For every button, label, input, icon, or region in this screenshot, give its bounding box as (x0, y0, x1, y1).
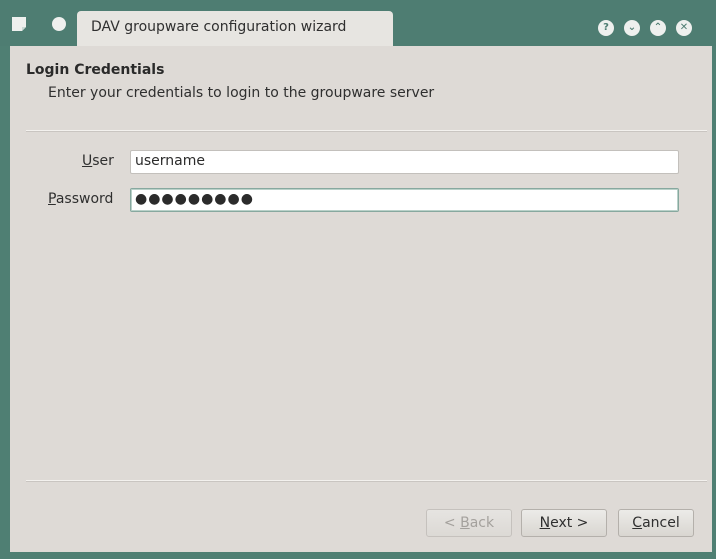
cancel-label-rest: ancel (642, 515, 680, 531)
footer-separator (26, 480, 707, 482)
header-separator (26, 130, 707, 132)
maximize-button[interactable]: ⌃ (650, 20, 666, 36)
password-input-value: ●●●●●●●●● (135, 191, 254, 207)
password-input[interactable]: ●●●●●●●●● (130, 188, 679, 212)
user-label-rest: ser (92, 153, 114, 169)
chevron-down-icon: ⌄ (627, 22, 637, 33)
next-label-rest: ext > (550, 515, 589, 531)
minimize-button[interactable]: ⌄ (624, 20, 640, 36)
next-label-mnemonic: N (539, 515, 551, 531)
close-button[interactable]: ✕ (676, 20, 692, 36)
back-button[interactable]: < Back (426, 509, 512, 537)
page-subtitle: Enter your credentials to login to the g… (48, 85, 435, 101)
password-label: Password (48, 191, 113, 207)
wizard-page: Login Credentials Enter your credentials… (10, 46, 712, 552)
back-label-prefix: < (443, 515, 461, 531)
user-input-value: username (135, 153, 205, 169)
window-title: DAV groupware configuration wizard (91, 19, 347, 35)
titlebar[interactable]: DAV groupware configuration wizard ? ⌄ ⌃… (0, 0, 716, 46)
password-label-rest: assword (55, 191, 114, 207)
help-button[interactable]: ? (598, 20, 614, 36)
window-title-tab: DAV groupware configuration wizard (77, 11, 393, 46)
help-icon: ? (603, 22, 609, 33)
user-input[interactable]: username (130, 150, 679, 174)
user-label: User (82, 153, 114, 169)
user-label-mnemonic: U (82, 153, 93, 169)
cancel-label-mnemonic: C (632, 515, 643, 531)
window-menu-icon[interactable] (50, 15, 68, 33)
cancel-button[interactable]: Cancel (618, 509, 694, 537)
page-title: Login Credentials (26, 62, 165, 78)
back-label-mnemonic: B (460, 515, 470, 531)
chevron-up-icon: ⌃ (653, 22, 663, 33)
wizard-window: DAV groupware configuration wizard ? ⌄ ⌃… (0, 0, 716, 559)
back-label-rest: ack (469, 515, 495, 531)
app-icon[interactable] (10, 15, 28, 33)
window-bottom-border (0, 552, 716, 559)
close-icon: ✕ (679, 22, 689, 33)
password-label-mnemonic: P (48, 191, 56, 207)
next-button[interactable]: Next > (521, 509, 607, 537)
